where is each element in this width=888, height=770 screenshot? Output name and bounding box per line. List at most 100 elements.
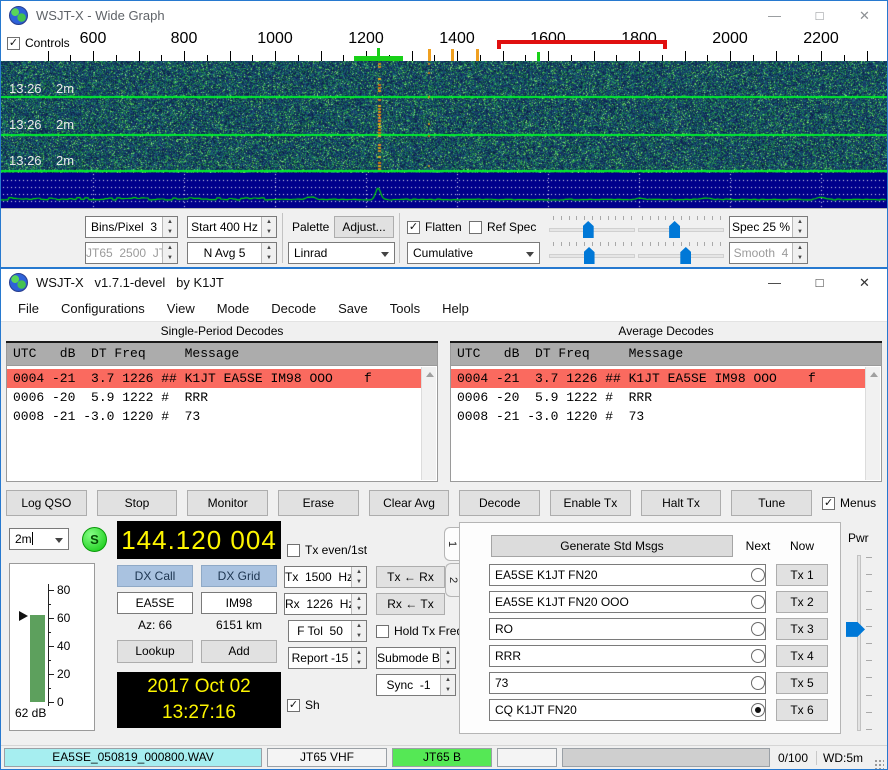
scroll-up-icon[interactable]	[426, 372, 434, 377]
tx6-message-field[interactable]: CQ K1JT FN20	[489, 699, 766, 721]
tx-freq-spinbox[interactable]: Tx 1500 Hz ▲▼	[284, 566, 367, 588]
spin-arrows[interactable]: ▲▼	[351, 648, 366, 668]
menus-checkbox[interactable]: ✓ Menus	[822, 496, 882, 510]
flatten-checkbox[interactable]: ✓ Flatten	[407, 220, 462, 234]
spin-arrows[interactable]: ▲▼	[261, 217, 276, 237]
tx4-next-radio[interactable]	[751, 649, 765, 663]
adjust-button[interactable]: Adjust...	[334, 216, 394, 238]
pwr-slider-track[interactable]	[857, 555, 861, 731]
minimize-button[interactable]: —	[752, 1, 797, 30]
spin-arrows[interactable]: ▲▼	[792, 217, 807, 237]
tx5-message-field[interactable]: 73	[489, 672, 766, 694]
band-select[interactable]: 2m	[9, 528, 69, 550]
spectrum-canvas[interactable]	[1, 173, 887, 208]
submode-spinbox[interactable]: Submode B ▲▼	[376, 647, 456, 669]
spin-arrows[interactable]: ▲▼	[440, 675, 455, 695]
zero-slider-top[interactable]	[638, 216, 724, 238]
tx1-next-radio[interactable]	[751, 568, 765, 582]
maximize-button[interactable]: □	[797, 1, 842, 30]
tx6-next-radio[interactable]	[751, 703, 765, 717]
scrollbar[interactable]	[865, 367, 880, 480]
spin-arrows[interactable]: ▲▼	[261, 243, 276, 263]
tx4-message-field[interactable]: RRR	[489, 645, 766, 667]
spin-arrows[interactable]: ▲▼	[351, 594, 366, 614]
stop-button[interactable]: Stop	[97, 490, 178, 516]
report-spinbox[interactable]: Report -15 ▲▼	[288, 647, 367, 669]
close-button[interactable]: ✕	[842, 1, 887, 30]
spin-arrows[interactable]: ▲▼	[440, 648, 455, 668]
waterfall-canvas[interactable]	[1, 61, 887, 173]
controls-checkbox[interactable]: ✓ Controls	[7, 36, 70, 50]
slider-thumb[interactable]	[584, 247, 595, 264]
menu-save[interactable]: Save	[327, 297, 379, 321]
slider-thumb[interactable]	[680, 247, 691, 264]
decode-row[interactable]: 0008 -21 -3.0 1220 # 73	[7, 407, 421, 426]
tx5-next-radio[interactable]	[751, 676, 765, 690]
hold-tx-freq-checkbox[interactable]: Hold Tx Freq	[376, 624, 463, 638]
waterfall-display[interactable]: 13:26 2m13:26 2m13:26 2m	[1, 61, 887, 173]
decode-row[interactable]: 0006 -20 5.9 1222 # RRR	[7, 388, 421, 407]
tx2-now-button[interactable]: Tx 2	[776, 591, 828, 613]
slider-thumb[interactable]	[583, 221, 594, 238]
spectrum-display[interactable]	[1, 173, 887, 208]
spin-arrows[interactable]: ▲▼	[351, 567, 366, 587]
menu-mode[interactable]: Mode	[206, 297, 261, 321]
decode-row[interactable]: 0008 -21 -3.0 1220 # 73	[451, 407, 865, 426]
spin-arrows[interactable]: ▲▼	[351, 621, 366, 641]
sync-status-button[interactable]: S	[82, 527, 107, 552]
tab-1[interactable]: 1	[444, 527, 460, 561]
decode-table-body[interactable]: 0004 -21 3.7 1226 ## K1JT EA5SE IM98 OOO…	[450, 366, 882, 482]
checkbox-box[interactable]: ✓	[7, 37, 20, 50]
lookup-button[interactable]: Lookup	[117, 640, 193, 663]
close-button[interactable]: ✕	[842, 269, 887, 297]
dx-call-field[interactable]: EA5SE	[117, 592, 193, 614]
tab-2[interactable]: 2	[445, 563, 460, 597]
gain-slider-bottom[interactable]	[549, 242, 635, 264]
enable-tx-button[interactable]: Enable Tx	[550, 490, 631, 516]
tx5-now-button[interactable]: Tx 5	[776, 672, 828, 694]
menu-decode[interactable]: Decode	[260, 297, 327, 321]
tx2-message-field[interactable]: EA5SE K1JT FN20 OOO	[489, 591, 766, 613]
menu-tools[interactable]: Tools	[379, 297, 431, 321]
pwr-slider-thumb[interactable]	[846, 622, 865, 637]
erase-button[interactable]: Erase	[278, 490, 359, 516]
start-hz-spinbox[interactable]: Start 400 Hz ▲▼	[187, 216, 277, 238]
tx2-next-radio[interactable]	[751, 595, 765, 609]
tune-button[interactable]: Tune	[731, 490, 812, 516]
tx3-message-field[interactable]: RO	[489, 618, 766, 640]
decode-row[interactable]: 0004 -21 3.7 1226 ## K1JT EA5SE IM98 OOO…	[7, 369, 421, 388]
sync-spinbox[interactable]: Sync -1 ▲▼	[376, 674, 456, 696]
spectrum-mode-select[interactable]: Cumulative	[407, 242, 540, 264]
scroll-up-icon[interactable]	[870, 372, 878, 377]
clear-avg-button[interactable]: Clear Avg	[369, 490, 450, 516]
f-tol-spinbox[interactable]: F Tol 50 ▲▼	[288, 620, 367, 642]
menu-view[interactable]: View	[156, 297, 206, 321]
minimize-button[interactable]: —	[752, 269, 797, 297]
rx-from-tx-button[interactable]: Rx ← Tx	[376, 593, 445, 615]
tx3-now-button[interactable]: Tx 3	[776, 618, 828, 640]
menu-help[interactable]: Help	[431, 297, 480, 321]
zero-slider-bottom[interactable]	[638, 242, 724, 264]
menu-configurations[interactable]: Configurations	[50, 297, 156, 321]
tx-from-rx-button[interactable]: Tx ← Rx	[376, 566, 445, 588]
tx6-now-button[interactable]: Tx 6	[776, 699, 828, 721]
n-avg-spinbox[interactable]: N Avg 5 ▲▼	[187, 242, 277, 264]
tx4-now-button[interactable]: Tx 4	[776, 645, 828, 667]
dx-grid-field[interactable]: IM98	[201, 592, 277, 614]
decode-row[interactable]: 0006 -20 5.9 1222 # RRR	[451, 388, 865, 407]
sh-checkbox[interactable]: ✓ Sh	[287, 698, 320, 712]
decode-button[interactable]: Decode	[459, 490, 540, 516]
decode-table-body[interactable]: 0004 -21 3.7 1226 ## K1JT EA5SE IM98 OOO…	[6, 366, 438, 482]
maximize-button[interactable]: □	[797, 269, 842, 297]
log-qso-button[interactable]: Log QSO	[6, 490, 87, 516]
menu-file[interactable]: File	[7, 297, 50, 321]
spec-percent-spinbox[interactable]: Spec 25 % ▲▼	[729, 216, 808, 238]
dx-call-button[interactable]: DX Call	[117, 565, 193, 587]
ref-spec-checkbox[interactable]: Ref Spec	[469, 220, 536, 234]
tx1-now-button[interactable]: Tx 1	[776, 564, 828, 586]
scrollbar[interactable]	[421, 367, 436, 480]
slider-thumb[interactable]	[669, 221, 680, 238]
rx-freq-spinbox[interactable]: Rx 1226 Hz ▲▼	[284, 593, 367, 615]
bins-pixel-spinbox[interactable]: Bins/Pixel 3 ▲▼	[85, 216, 178, 238]
monitor-button[interactable]: Monitor	[187, 490, 268, 516]
